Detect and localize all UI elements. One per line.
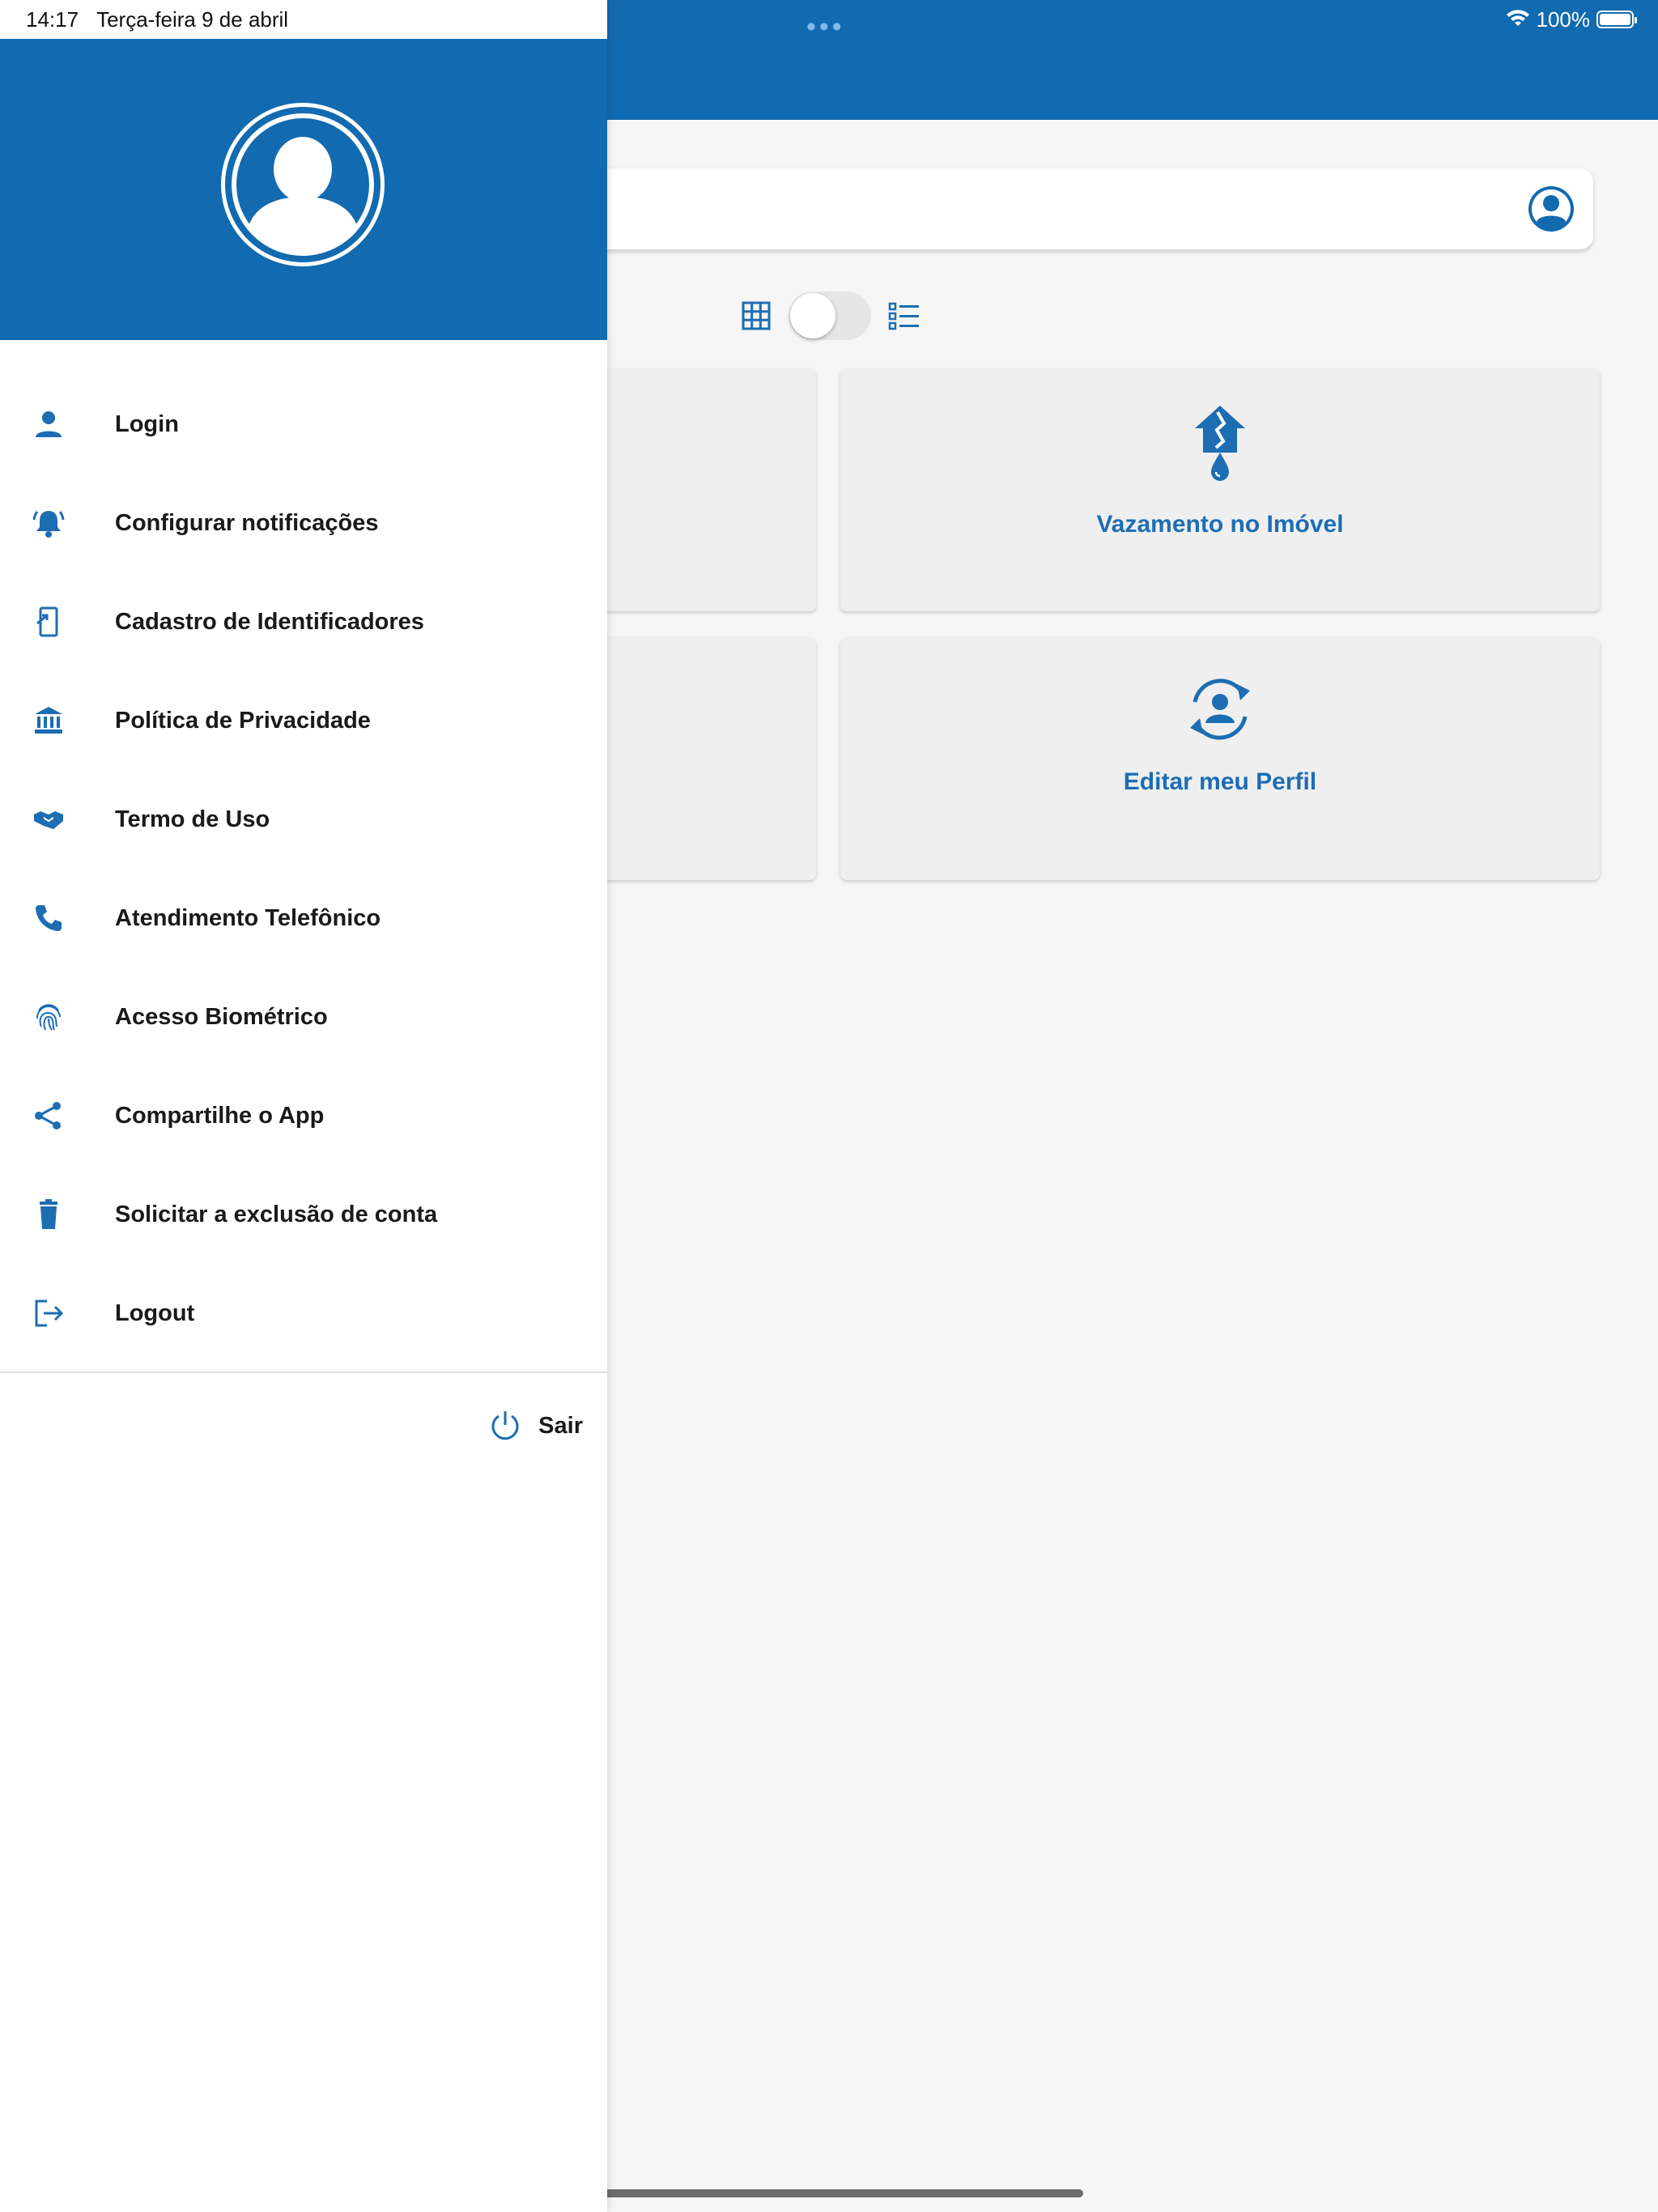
logout-icon [31,1295,66,1331]
battery-icon [1596,11,1637,28]
exit-button[interactable]: Sair [488,1409,583,1443]
menu-item-privacy[interactable]: Política de Privacidade [0,671,607,770]
status-bar-right: 100% [1506,5,1637,34]
exit-label: Sair [538,1412,583,1439]
trash-icon [31,1197,66,1232]
drawer-divider [0,1372,607,1373]
card-label: Vazamento no Imóvel [1096,511,1344,538]
status-date: Terça-feira 9 de abril [96,6,289,32]
user-avatar-icon[interactable] [1527,185,1575,233]
house-leak-icon [1195,406,1245,481]
phone-link-icon [31,604,66,640]
menu-item-logout[interactable]: Logout [0,1264,607,1363]
menu-item-login[interactable]: Login [0,375,607,474]
card-label: Editar meu Perfil [1123,768,1317,795]
menu-item-biometric[interactable]: Acesso Biométrico [0,968,607,1066]
profile-sync-icon [1190,678,1250,740]
menu-item-label: Acesso Biométrico [115,1003,328,1030]
drawer-menu: Login Configurar notificações Cadastro d… [0,375,607,1363]
menu-item-notifications[interactable]: Configurar notificações [0,474,607,572]
avatar-placeholder-icon [225,107,380,262]
view-mode-switch[interactable] [789,291,871,340]
card-editar-perfil[interactable]: Editar meu Perfil [840,637,1600,880]
menu-item-label: Termo de Uso [115,806,270,832]
menu-item-label: Configurar notificações [115,509,379,536]
drawer-header [0,39,607,340]
profile-avatar[interactable] [221,103,385,266]
search-bar[interactable] [559,168,1593,249]
share-icon [31,1098,66,1134]
menu-item-label: Política de Privacidade [115,707,371,734]
handshake-icon [31,802,66,837]
status-bar-left: 14:17 Terça-feira 9 de abril [0,0,607,39]
list-icon[interactable] [887,300,921,332]
menu-item-label: Login [115,410,179,437]
menu-item-terms[interactable]: Termo de Uso [0,770,607,869]
menu-item-delete-account[interactable]: Solicitar a exclusão de conta [0,1165,607,1264]
menu-item-share[interactable]: Compartilhe o App [0,1066,607,1165]
menu-item-phone-support[interactable]: Atendimento Telefônico [0,869,607,968]
status-time: 14:17 [26,6,79,32]
bank-icon [31,703,66,738]
bell-alert-icon [31,505,66,541]
power-icon [491,1411,519,1440]
person-icon [31,406,66,442]
phone-icon [31,900,66,936]
menu-item-label: Solicitar a exclusão de conta [115,1201,438,1227]
menu-item-label: Atendimento Telefônico [115,904,381,931]
view-toggle [740,291,921,340]
menu-item-label: Cadastro de Identificadores [115,608,424,635]
wifi-icon [1506,10,1529,26]
menu-item-label: Compartilhe o App [115,1102,325,1129]
multitasking-dots[interactable]: ••• [806,13,845,40]
fingerprint-icon [31,999,66,1035]
battery-percent: 100% [1536,6,1591,32]
menu-item-label: Logout [115,1300,195,1326]
grid-icon[interactable] [740,300,772,332]
menu-item-identifiers[interactable]: Cadastro de Identificadores [0,572,607,671]
home-indicator[interactable] [573,2189,1083,2197]
card-vazamento-imovel[interactable]: Vazamento no Imóvel [840,368,1600,611]
side-drawer: 14:17 Terça-feira 9 de abril Login Confi… [0,0,607,2212]
